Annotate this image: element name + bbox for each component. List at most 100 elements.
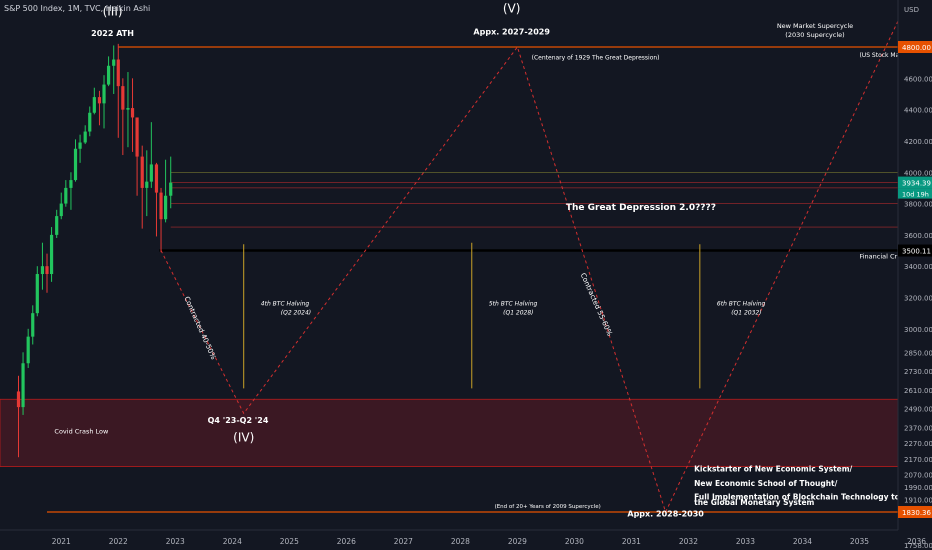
candle-body bbox=[78, 142, 82, 149]
x-tick-label: 2030 bbox=[565, 537, 584, 546]
candle-body bbox=[45, 266, 49, 275]
annotation: (2030 Supercycle) bbox=[785, 31, 844, 39]
y-tick-label: 3200.00 bbox=[904, 295, 932, 303]
y-tick-label: 3000.00 bbox=[904, 326, 932, 334]
candle-body bbox=[121, 86, 125, 110]
candle-body bbox=[163, 195, 168, 220]
candle-body bbox=[169, 182, 173, 196]
candle-body bbox=[73, 148, 78, 181]
annotation: (Q1 2028) bbox=[503, 310, 533, 317]
x-tick-label: 2035 bbox=[850, 537, 869, 546]
x-tick-label: 2022 bbox=[109, 537, 128, 546]
candle-body bbox=[26, 336, 30, 364]
x-tick-label: 2031 bbox=[622, 537, 641, 546]
annotation: New Market Supercycle bbox=[777, 22, 853, 30]
price-tag-label-1: 3934.39 bbox=[902, 180, 931, 188]
annotation: (Q2 2024) bbox=[281, 310, 311, 317]
annotation: the Global Monetary System bbox=[694, 498, 814, 507]
candle-body bbox=[21, 363, 25, 408]
candle-body bbox=[16, 391, 21, 408]
price-tag-label-2: 3500.11 bbox=[902, 248, 931, 256]
y-tick-label: 2850.00 bbox=[904, 349, 932, 357]
rotated-annotation: Contracted 40-50% bbox=[182, 295, 217, 361]
annotation: 4th BTC Halving bbox=[261, 300, 310, 307]
candle-body bbox=[112, 59, 116, 66]
candle-body bbox=[59, 203, 63, 217]
y-tick-label: 2370.00 bbox=[904, 424, 932, 432]
plot-area bbox=[0, 19, 898, 514]
y-tick-label: 2490.00 bbox=[904, 406, 932, 414]
candle-body bbox=[69, 180, 73, 188]
annotation: 6th BTC Halving bbox=[717, 300, 766, 307]
annotation: 2022 ATH bbox=[91, 29, 134, 38]
candle-body bbox=[130, 108, 135, 118]
annotation: The Great Depression 2.0???? bbox=[566, 203, 716, 213]
y-tick-label: 3400.00 bbox=[904, 263, 932, 271]
candle-body bbox=[40, 266, 45, 275]
chart-title: S&P 500 Index, 1M, TVC, Heikin Ashi bbox=[4, 4, 151, 13]
candle-body bbox=[140, 156, 144, 188]
annotation: New Economic School of Thought/ bbox=[694, 479, 838, 488]
x-tick-label: 2026 bbox=[337, 537, 356, 546]
countdown-label: 10d 19h bbox=[902, 191, 929, 199]
candle-body bbox=[49, 234, 54, 275]
x-tick-label: 2028 bbox=[451, 537, 470, 546]
chart-svg: (III)2022 ATH(V)Appx. 2027-2029(Centenar… bbox=[0, 0, 932, 550]
candle-body bbox=[35, 274, 39, 314]
x-tick-label: 2027 bbox=[394, 537, 413, 546]
candle-body bbox=[159, 192, 163, 220]
y-tick-label: 1910.00 bbox=[904, 496, 932, 504]
candle-body bbox=[145, 181, 149, 188]
price-tag-label-3: 1830.36 bbox=[902, 509, 931, 517]
candle-body bbox=[88, 112, 92, 132]
x-tick-label: 2036 bbox=[907, 537, 926, 546]
candle-body bbox=[116, 59, 120, 87]
annotation: (Q1 2032) bbox=[731, 310, 761, 317]
y-tick-label: 2610.00 bbox=[904, 387, 932, 395]
price-tag-label-0: 4800.00 bbox=[902, 44, 931, 52]
x-tick-label: 2021 bbox=[52, 537, 71, 546]
annotation: 5th BTC Halving bbox=[489, 300, 538, 307]
y-tick-label: 3600.00 bbox=[904, 232, 932, 240]
annotation: Covid Crash Low bbox=[54, 428, 109, 436]
candle-body bbox=[83, 131, 87, 143]
x-tick-label: 2034 bbox=[793, 537, 812, 546]
y-tick-label: 2730.00 bbox=[904, 368, 932, 376]
candle-body bbox=[64, 187, 68, 204]
candle-body bbox=[97, 97, 102, 104]
y-tick-label: 4400.00 bbox=[904, 107, 932, 115]
candle-body bbox=[135, 117, 139, 157]
y-axis-unit: USD bbox=[904, 6, 919, 14]
candle-body bbox=[154, 164, 159, 193]
chart-root: (III) 2022 ATH (V) Appx. 2027-2029 (Centenar… bbox=[0, 0, 932, 550]
y-tick-label: 4200.00 bbox=[904, 138, 932, 146]
candle-body bbox=[149, 164, 153, 182]
y-tick-label: 2070.00 bbox=[904, 471, 932, 479]
x-tick-label: 2032 bbox=[679, 537, 698, 546]
candle-body bbox=[102, 84, 106, 104]
annotation: Kickstarter of New Economic System/ bbox=[694, 464, 852, 473]
x-tick-label: 2029 bbox=[508, 537, 527, 546]
x-tick-label: 2023 bbox=[166, 537, 185, 546]
annotation: (Centenary of 1929 The Great Depression) bbox=[532, 55, 660, 62]
annotation: Q4 '23-Q2 '24 bbox=[208, 416, 269, 425]
annotation: (IV) bbox=[233, 431, 254, 445]
annotation: Appx. 2027-2029 bbox=[473, 27, 550, 36]
candle-body bbox=[92, 97, 96, 113]
y-tick-label: 2170.00 bbox=[904, 456, 932, 464]
annotation: Appx. 2028-2030 bbox=[627, 510, 704, 519]
annotation: (End of 20+ Years of 2009 Supercycle) bbox=[495, 504, 601, 510]
y-tick-label: 1990.00 bbox=[904, 484, 932, 492]
crisis-zone bbox=[0, 398, 898, 467]
y-tick-label: 3800.00 bbox=[904, 201, 932, 209]
x-tick-label: 2024 bbox=[223, 537, 242, 546]
candle-body bbox=[55, 216, 59, 235]
x-tick-label: 2033 bbox=[736, 537, 755, 546]
y-tick-label: 2270.00 bbox=[904, 440, 932, 448]
candle-body bbox=[31, 313, 35, 337]
x-tick-label: 2025 bbox=[280, 537, 299, 546]
candle-body bbox=[106, 65, 111, 85]
y-tick-label: 4000.00 bbox=[904, 169, 932, 177]
y-tick-label: 4600.00 bbox=[904, 75, 932, 83]
candle-body bbox=[126, 108, 130, 110]
